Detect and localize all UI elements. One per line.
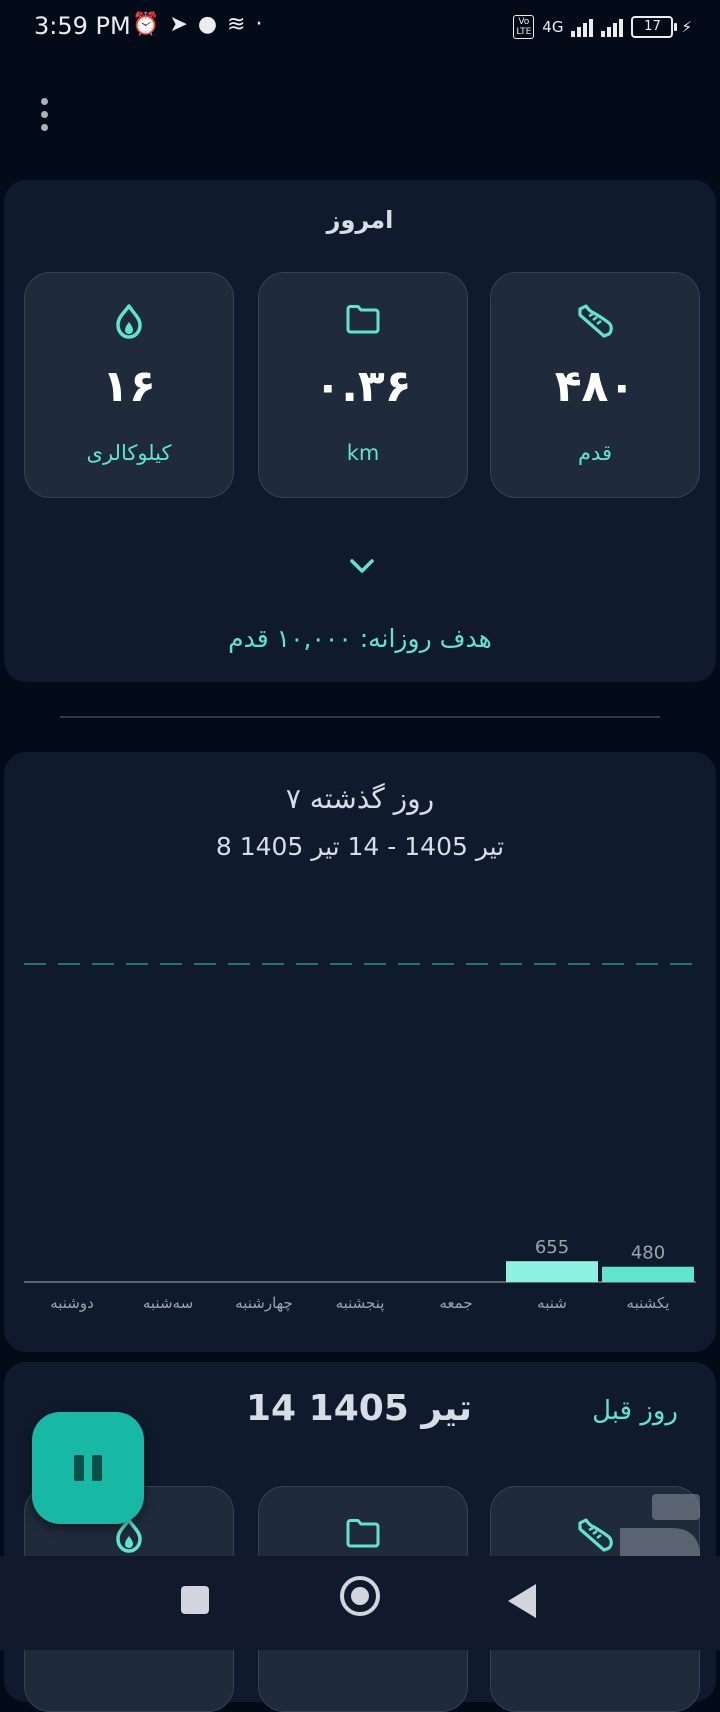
- battery-icon: 17: [631, 16, 678, 38]
- status-bar: 3:59 PM ⏰➤●≋· Vo LTE 4G 17 ⚡: [0, 0, 720, 56]
- bar-6[interactable]: [602, 1266, 694, 1282]
- x-tick-label: یکشنبه: [627, 1294, 670, 1312]
- previous-day-button[interactable]: روز قبل: [592, 1396, 678, 1426]
- day-date: 14 تیر 1405: [246, 1388, 472, 1429]
- charging-icon: ⚡: [681, 18, 692, 36]
- dot-icon: ·: [255, 12, 273, 37]
- weekly-chart: دوشنبه سه‌شنبه چهارشنبه پنجشنبه جمعه 655 شنبه 4…: [24, 963, 696, 1313]
- x-tick-label: سه‌شنبه: [143, 1294, 193, 1312]
- weekly-card: ۷ روز گذشته 8 تیر 1405 - 14 تیر 1405 دوش…: [4, 752, 716, 1352]
- layers-icon: ≋: [227, 12, 256, 37]
- bar-5[interactable]: [506, 1261, 598, 1282]
- signal-icon-2: [601, 17, 624, 37]
- x-tick-label: چهارشنبه: [235, 1294, 293, 1312]
- status-time: 3:59 PM: [34, 12, 131, 40]
- network-type: 4G: [542, 18, 564, 36]
- calories-value: ۱۶: [102, 361, 156, 412]
- data-label-5: 655: [535, 1237, 569, 1258]
- pause-icon: [74, 1455, 84, 1481]
- x-tick-label: شنبه: [537, 1294, 567, 1312]
- flame-icon: [25, 303, 233, 339]
- folder-icon: [259, 1517, 467, 1553]
- overflow-menu-icon[interactable]: [30, 94, 58, 134]
- today-title: امروز: [326, 206, 394, 234]
- steps-tile[interactable]: ۴۸۰ قدم: [490, 272, 700, 498]
- distance-label: km: [346, 441, 380, 465]
- telegram-icon: ➤: [169, 12, 198, 37]
- distance-tile[interactable]: ۰.۳۶ km: [258, 272, 468, 498]
- daily-goal: هدف روزانه: ۱۰,۰۰۰ قدم: [228, 624, 492, 653]
- home-button[interactable]: [340, 1576, 380, 1616]
- x-tick-label: جمعه: [439, 1294, 472, 1312]
- chevron-down-icon[interactable]: [344, 554, 380, 578]
- navigation-bar: [0, 1556, 720, 1650]
- shoe-icon: [491, 303, 699, 339]
- steps-value: ۴۸۰: [554, 361, 636, 412]
- today-tiles: ۱۶ کیلوکالری ۰.۳۶ km ۴۸۰ قدم: [24, 272, 700, 500]
- divider: [60, 716, 660, 718]
- data-label-6: 480: [631, 1243, 665, 1264]
- x-tick-label: پنجشنبه: [336, 1294, 385, 1313]
- today-card: امروز ۱۶ کیلوکالری ۰.۳۶ km ۴۸۰ قدم هدف ر…: [4, 180, 716, 682]
- volte-icon: Vo LTE: [513, 15, 535, 39]
- status-notification-icons: ⏰➤●≋·: [132, 12, 272, 37]
- status-right: Vo LTE 4G 17 ⚡: [513, 12, 692, 42]
- back-button[interactable]: [508, 1584, 536, 1618]
- x-tick-label: دوشنبه: [50, 1294, 94, 1312]
- pause-button[interactable]: [32, 1412, 144, 1524]
- calories-tile[interactable]: ۱۶ کیلوکالری: [24, 272, 234, 498]
- distance-value: ۰.۳۶: [314, 361, 412, 412]
- folder-icon: [259, 303, 467, 339]
- alarm-icon: ⏰: [132, 12, 170, 37]
- recent-apps-button[interactable]: [181, 1586, 209, 1614]
- app-icon: ●: [197, 12, 228, 37]
- calories-label: کیلوکالری: [86, 441, 172, 465]
- signal-icon: [571, 17, 594, 37]
- steps-label: قدم: [577, 441, 613, 465]
